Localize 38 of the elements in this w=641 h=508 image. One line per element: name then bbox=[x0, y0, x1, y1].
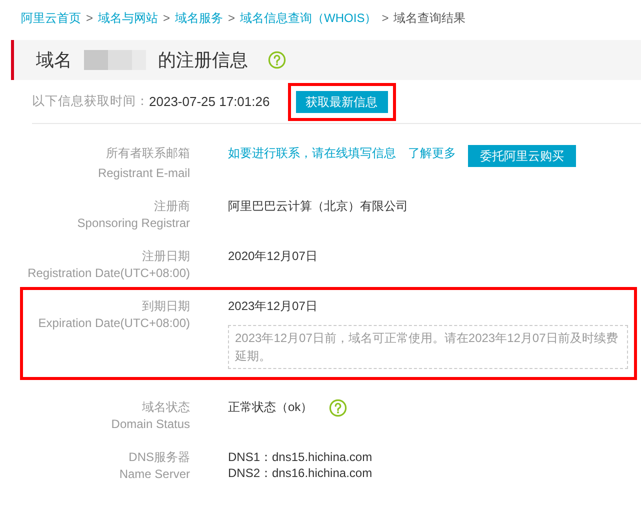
help-icon[interactable] bbox=[268, 51, 286, 69]
breadcrumb-separator: > bbox=[86, 10, 94, 27]
field-value: 2020年12月07日 bbox=[228, 248, 318, 265]
expiry-note: 2023年12月07日前，域名可正常使用。请在2023年12月07日前及时续费延期。 bbox=[228, 325, 628, 369]
breadcrumb-link[interactable]: 域名服务 bbox=[175, 9, 224, 27]
entrust-purchase-button[interactable]: 委托阿里云购买 bbox=[468, 145, 576, 167]
field-label-english: Domain Status bbox=[111, 416, 190, 433]
breadcrumb-separator: > bbox=[163, 10, 170, 27]
field-label-english: Sponsoring Registrar bbox=[77, 215, 190, 232]
field-value: 阿里巴巴云计算（北京）有限公司 bbox=[228, 198, 408, 215]
breadcrumb-current: 域名查询结果 bbox=[394, 10, 466, 27]
field-label: 域名状态 bbox=[142, 399, 190, 416]
page-title: 域名 bbox=[36, 48, 72, 72]
field-label: 所有者联系邮箱 bbox=[106, 145, 190, 162]
name-server: DNS2：dns16.hichina.com bbox=[228, 465, 372, 481]
breadcrumb-separator: > bbox=[382, 10, 389, 27]
name-server: DNS1：dns15.hichina.com bbox=[228, 449, 372, 465]
link[interactable]: 了解更多 bbox=[408, 145, 456, 162]
field-value: 正常状态（ok） bbox=[228, 399, 313, 416]
field-label-english: Expiration Date(UTC+08:00) bbox=[38, 315, 190, 332]
field-label: 到期日期 bbox=[142, 298, 190, 315]
page-title: 的注册信息 bbox=[158, 48, 248, 72]
refresh-button[interactable]: 获取最新信息 bbox=[296, 90, 388, 112]
field-label: 注册日期 bbox=[142, 248, 190, 265]
field-label: DNS服务器 bbox=[128, 449, 190, 466]
field-value: 2023年12月07日 bbox=[228, 298, 318, 315]
fetch-time: 2023-07-25 17:01:26 bbox=[149, 92, 270, 111]
help-icon[interactable] bbox=[328, 399, 347, 417]
breadcrumb-link[interactable]: 域名信息查询（WHOIS） bbox=[240, 9, 377, 27]
breadcrumb-link[interactable]: 阿里云首页 bbox=[21, 9, 81, 27]
fetch-time-label: 以下信息获取时间： bbox=[32, 93, 149, 110]
link[interactable]: 如要进行联系，请在线填写信息 bbox=[228, 145, 396, 162]
breadcrumb-link[interactable]: 域名与网站 bbox=[98, 9, 158, 27]
breadcrumb-separator: > bbox=[228, 10, 236, 27]
field-label-english: Name Server bbox=[119, 466, 190, 483]
field-label-english: Registrant E-mail bbox=[98, 165, 190, 182]
field-label-english: Registration Date(UTC+08:00) bbox=[28, 265, 190, 282]
field-label: 注册商 bbox=[154, 198, 190, 215]
